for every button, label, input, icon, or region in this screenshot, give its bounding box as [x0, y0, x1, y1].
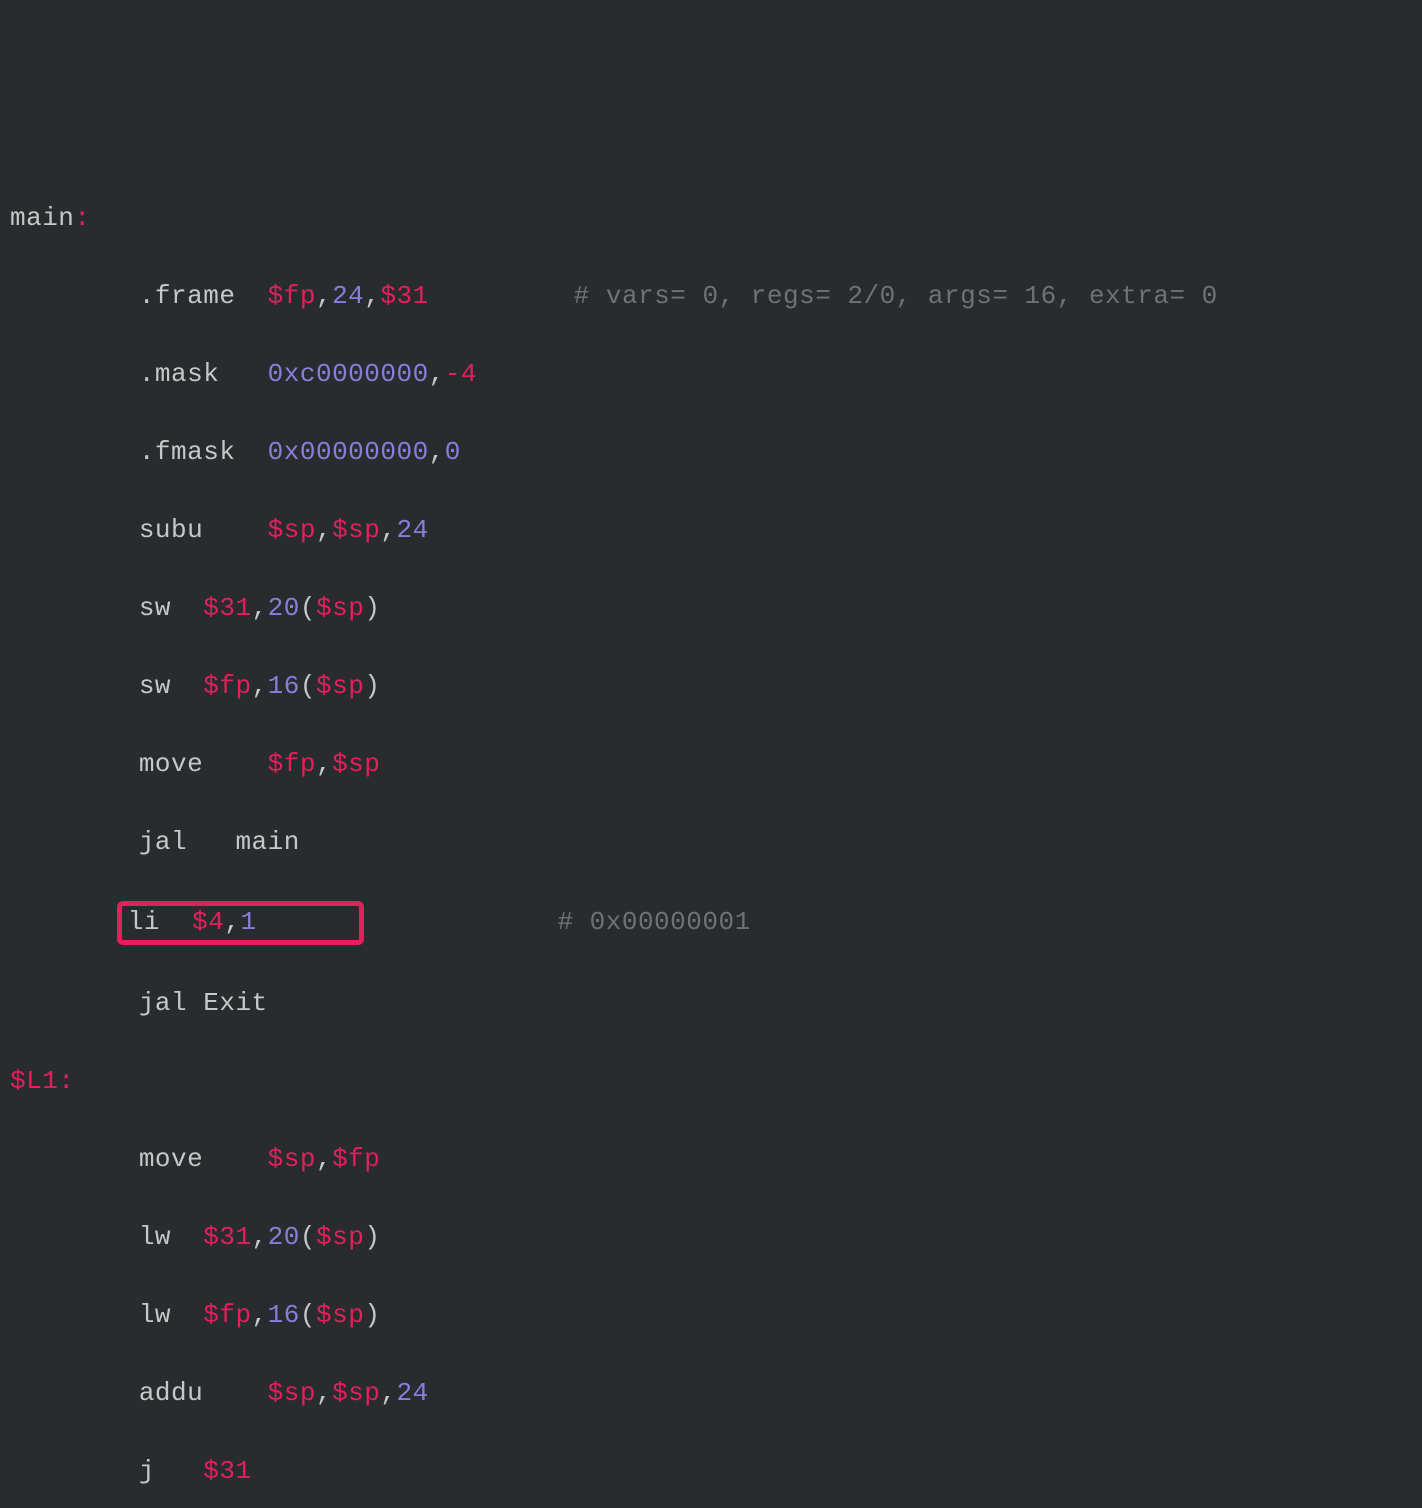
register: $sp	[268, 1144, 316, 1174]
register: $fp	[203, 671, 251, 701]
directive: .frame	[139, 281, 268, 311]
colon: :	[74, 203, 90, 233]
code-editor[interactable]: main: .frame $fp,24,$31 # vars= 0, regs=…	[10, 160, 1412, 1508]
code-line: j $31	[10, 1452, 1412, 1491]
code-line: $L1:	[10, 1062, 1412, 1101]
number: 16	[268, 671, 300, 701]
comment: # vars= 0, regs= 2/0, args= 16, extra= 0	[574, 281, 1218, 311]
code-line: lw $31,20($sp)	[10, 1218, 1412, 1257]
code-line: .mask 0xc0000000,-4	[10, 355, 1412, 394]
number: -4	[445, 359, 477, 389]
label-name: $L1	[10, 1066, 58, 1096]
opcode: move	[139, 1144, 268, 1174]
register: $fp	[203, 1300, 251, 1330]
opcode: lw	[139, 1300, 203, 1330]
opcode: jal Exit	[139, 988, 268, 1018]
number: 16	[268, 1300, 300, 1330]
register: $fp	[268, 281, 316, 311]
register: $sp	[316, 1222, 364, 1252]
highlight-box: li $4,1	[117, 901, 364, 945]
number: 20	[268, 593, 300, 623]
opcode: sw	[139, 671, 203, 701]
number: 24	[397, 1378, 429, 1408]
opcode: addu	[139, 1378, 268, 1408]
code-line: addu $sp,$sp,24	[10, 1374, 1412, 1413]
directive: .mask	[139, 359, 268, 389]
register: $31	[203, 593, 251, 623]
number: 24	[397, 515, 429, 545]
opcode: subu	[139, 515, 268, 545]
code-line: .frame $fp,24,$31 # vars= 0, regs= 2/0, …	[10, 277, 1412, 316]
number: 24	[332, 281, 364, 311]
code-line: move $fp,$sp	[10, 745, 1412, 784]
label-name: main	[10, 203, 74, 233]
register: $sp	[316, 671, 364, 701]
register: $31	[203, 1456, 251, 1486]
hex-number: 0xc0000000	[268, 359, 429, 389]
hex-number: 0x00000000	[268, 437, 429, 467]
register: $sp	[316, 1300, 364, 1330]
code-line: sw $31,20($sp)	[10, 589, 1412, 628]
opcode: jal main	[139, 827, 300, 857]
register: $sp	[268, 515, 316, 545]
code-line: subu $sp,$sp,24	[10, 511, 1412, 550]
register: $sp	[332, 1378, 380, 1408]
directive: .fmask	[139, 437, 268, 467]
code-line: jal Exit	[10, 984, 1412, 1023]
number: 0	[445, 437, 461, 467]
number: 1	[240, 907, 256, 937]
opcode: li	[128, 907, 192, 937]
code-line: jal main	[10, 823, 1412, 862]
code-line: sw $fp,16($sp)	[10, 667, 1412, 706]
register: $4	[192, 907, 224, 937]
number: 20	[268, 1222, 300, 1252]
code-line-highlighted: li $4,1 # 0x00000001	[10, 901, 1412, 945]
register: $31	[203, 1222, 251, 1252]
register: $sp	[316, 593, 364, 623]
register: $31	[380, 281, 428, 311]
register: $fp	[332, 1144, 380, 1174]
register: $sp	[268, 1378, 316, 1408]
code-line: lw $fp,16($sp)	[10, 1296, 1412, 1335]
code-line: move $sp,$fp	[10, 1140, 1412, 1179]
opcode: j	[139, 1456, 203, 1486]
colon: :	[58, 1066, 74, 1096]
opcode: sw	[139, 593, 203, 623]
register: $sp	[332, 515, 380, 545]
code-line: .fmask 0x00000000,0	[10, 433, 1412, 472]
opcode: lw	[139, 1222, 203, 1252]
code-line: main:	[10, 199, 1412, 238]
comment: # 0x00000001	[557, 907, 750, 937]
